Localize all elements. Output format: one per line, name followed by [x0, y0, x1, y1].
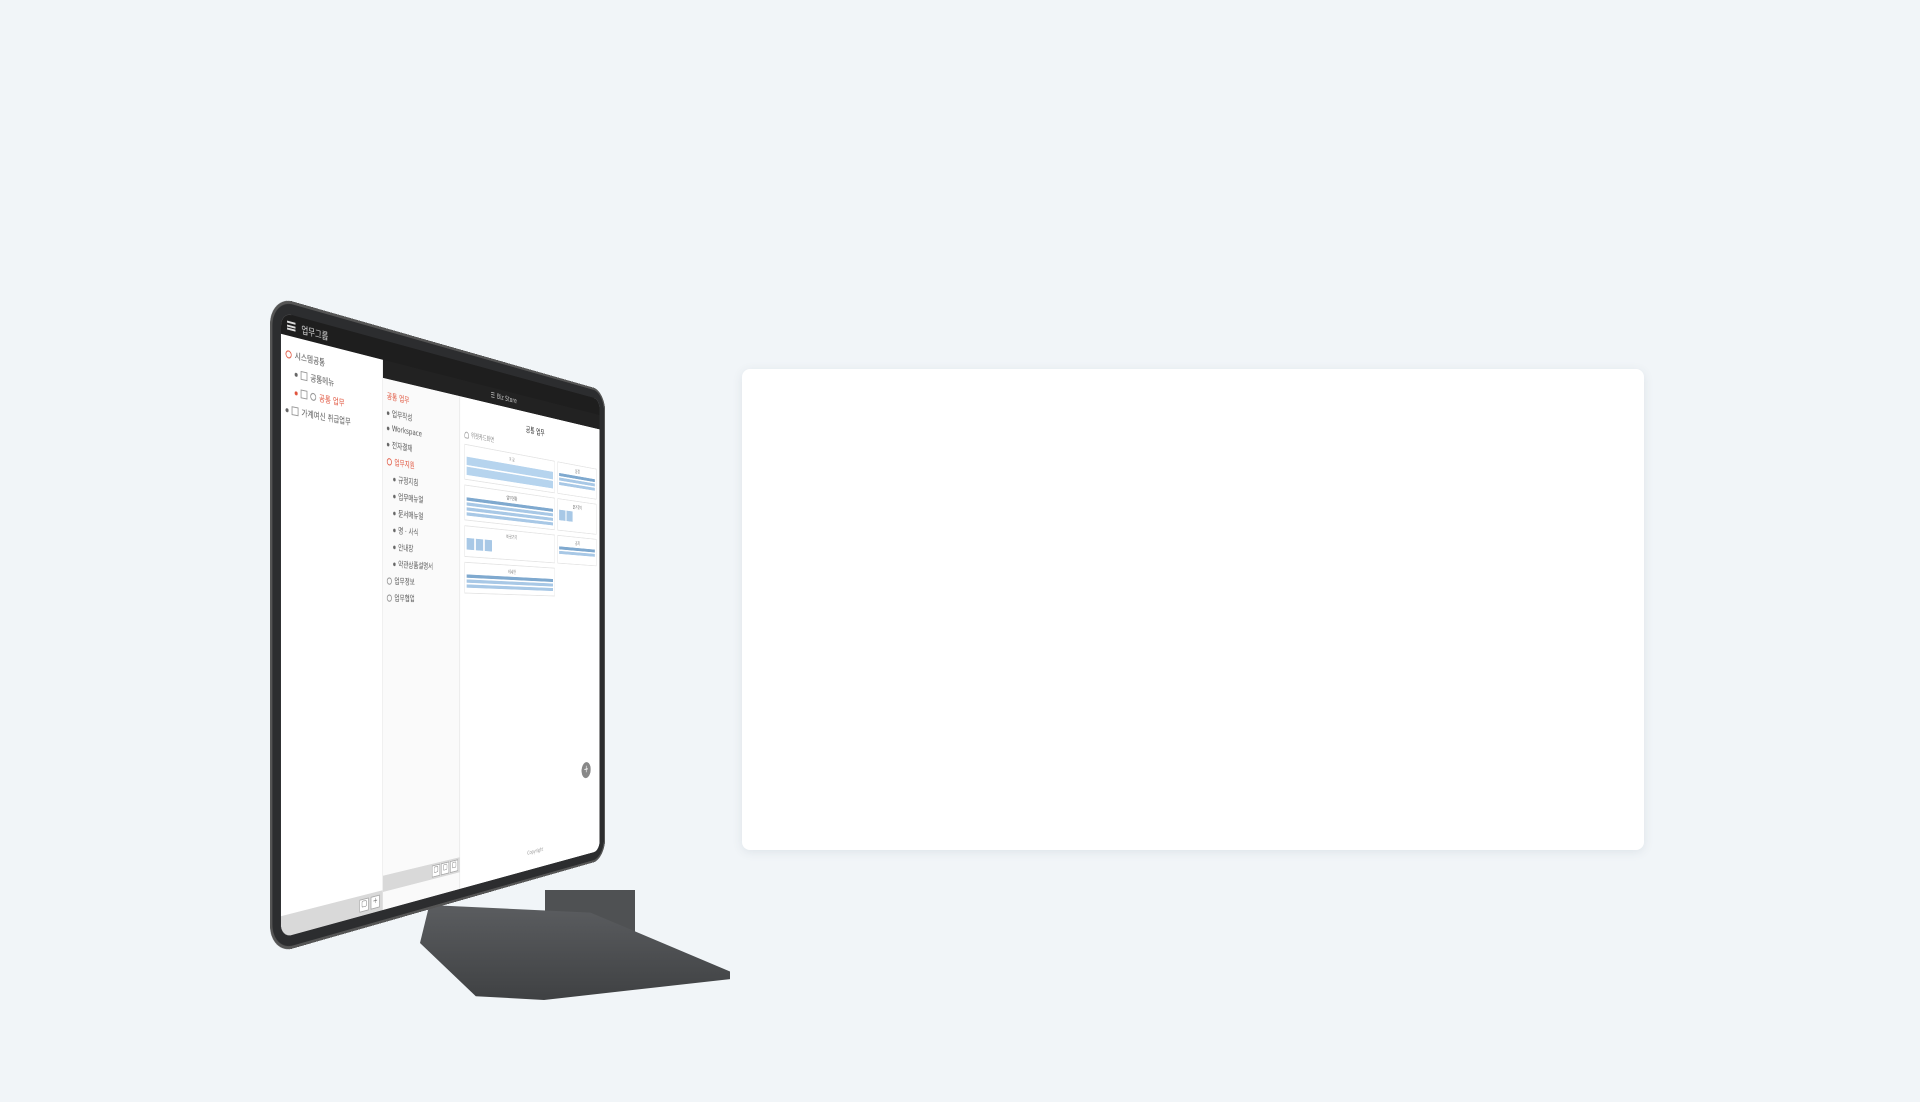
widget-card[interactable]: 일정 [557, 461, 597, 500]
store-title: Biz Store [496, 392, 517, 406]
folder-icon [300, 389, 308, 400]
widget-tile [566, 510, 573, 522]
widget-card[interactable]: 즐겨찾기 [557, 498, 597, 535]
content-card [742, 369, 1644, 850]
menu-item[interactable]: 안내장 [387, 541, 456, 558]
business-group-tree: 시스템공통 공통메뉴 공통 업무 가계여신 취급업무 ▢ + [280, 333, 384, 939]
collapse-circle-icon [285, 349, 292, 359]
bullet-icon [294, 390, 298, 396]
widget-grid: 메모 일정 업무현황 즐겨찾기 바로가기 공지 게시판 [464, 443, 597, 598]
monitor-bezel: 업무그룹 시스템공통 공통메뉴 공통 업무 가계여신 취급업무 ▢ + ☰ Bi… [270, 295, 606, 955]
bullet-icon [285, 407, 289, 412]
copyright-text: Copyright [527, 846, 544, 857]
bullet-icon [386, 410, 390, 415]
widget-card[interactable]: 바로가기 [464, 525, 555, 564]
bullet-icon [386, 426, 390, 431]
widget-tile [559, 509, 566, 521]
widget-tile [466, 537, 475, 551]
bullet-icon [393, 545, 396, 549]
collapse-circle-icon [386, 457, 392, 466]
menu-item[interactable]: 업무매뉴얼 [387, 489, 456, 509]
add-button[interactable]: + [370, 894, 380, 910]
menu-item[interactable]: 명 · 사식 [387, 523, 456, 541]
expand-circle-icon [386, 593, 392, 602]
folder-icon [291, 406, 299, 417]
menu-tree-footer: ▢ ▢ ▢ [383, 857, 460, 892]
copy-button[interactable]: ▢ [359, 897, 369, 913]
bullet-icon [393, 562, 396, 566]
main-content: 공통 업무 위젯카드화면 메모 일정 업무현황 즐겨찾기 바로가기 공지 게시판… [460, 396, 599, 889]
folder-icon [300, 370, 308, 382]
widget-card[interactable]: 공지 [557, 534, 597, 567]
bullet-icon [393, 477, 396, 482]
menu-item[interactable]: 문서매뉴얼 [387, 506, 456, 525]
menu-item[interactable]: 업무협업 [386, 592, 456, 605]
footer-button[interactable]: ▢ [431, 863, 440, 878]
widget-tile [475, 538, 484, 551]
bullet-icon [393, 528, 396, 532]
bullet-icon [393, 494, 396, 499]
footer-button[interactable]: ▢ [441, 861, 450, 876]
menu-tree: 공통 업무 업무작성 Workspace 전자결재 업무지원 규정지침 업무매뉴… [383, 377, 461, 911]
check-circle-icon [310, 391, 317, 401]
widget-card[interactable]: 게시판 [464, 561, 555, 597]
list-icon: ☰ [490, 391, 495, 401]
person-icon [464, 430, 469, 439]
menu-item[interactable]: 약관상품설명서 [387, 558, 456, 573]
footer-button[interactable]: ▢ [450, 859, 458, 874]
widget-card[interactable]: 업무현황 [464, 484, 555, 531]
add-widget-button[interactable]: + [581, 761, 591, 779]
bullet-icon [393, 511, 396, 515]
bullet-icon [386, 442, 390, 447]
expand-circle-icon [386, 576, 392, 585]
left-tree-footer: ▢ + [280, 890, 383, 939]
menu-item[interactable]: 업무정보 [386, 575, 456, 589]
bullet-icon [294, 372, 298, 377]
monitor-screen: 업무그룹 시스템공통 공통메뉴 공통 업무 가계여신 취급업무 ▢ + ☰ Bi… [280, 311, 600, 939]
widget-tile [484, 539, 493, 552]
hamburger-menu-icon[interactable] [287, 320, 296, 332]
